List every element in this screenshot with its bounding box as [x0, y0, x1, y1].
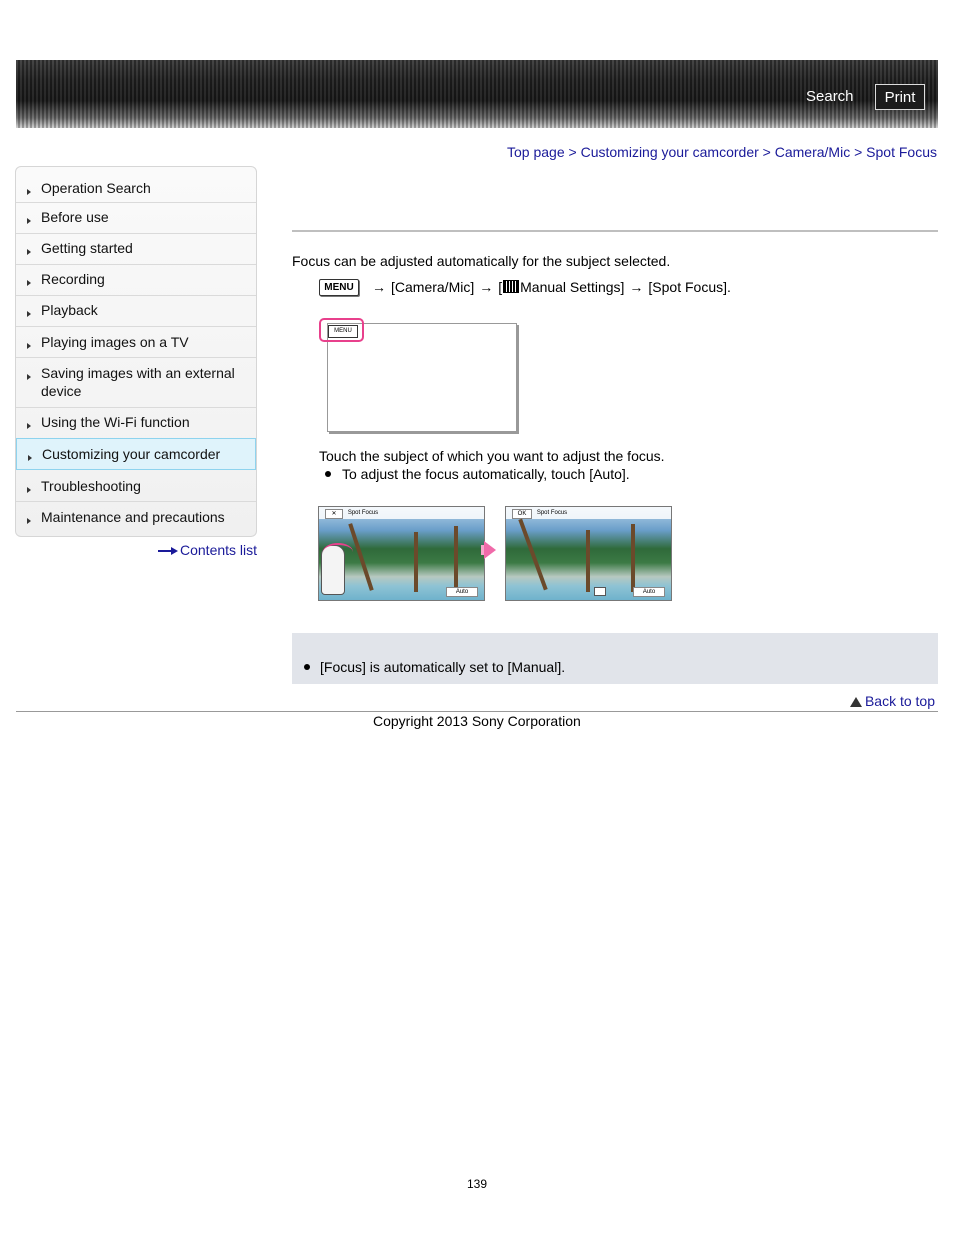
palm-tree: [586, 530, 590, 592]
palm-tree: [414, 532, 418, 592]
sidebar-item-label: Saving images with an external device: [41, 365, 235, 399]
touch-indicator-icon: [323, 543, 353, 561]
triangle-right-icon: [27, 374, 31, 380]
triangle-right-icon: [27, 311, 31, 317]
arrow-right-icon: →: [372, 279, 386, 295]
intro-text: Focus can be adjusted automatically for …: [292, 253, 671, 269]
sidebar-item-maintenance[interactable]: Maintenance and precautions: [16, 501, 256, 535]
triangle-right-icon: [27, 518, 31, 524]
sidebar-item-label: Customizing your camcorder: [42, 446, 221, 462]
step-1-instruction: MENU → [Camera/Mic] →[Manual Settings] → [Spo…: [319, 279, 731, 296]
step-2-bullet: To adjust the focus automatically, touch…: [325, 466, 630, 482]
breadcrumb-separator: >: [568, 144, 577, 160]
breadcrumb-customizing[interactable]: Customizing your camcorder: [581, 144, 759, 160]
spot-focus-screen-after: OK Spot Focus Auto: [505, 506, 672, 601]
sidebar-item-label: Troubleshooting: [41, 478, 141, 494]
bullet-text: To adjust the focus automatically, touch…: [342, 466, 630, 482]
pink-arrow-icon: [484, 541, 496, 559]
sidebar-item-playing-on-tv[interactable]: Playing images on a TV: [16, 326, 256, 358]
title-divider: [292, 230, 938, 232]
triangle-right-icon: [27, 423, 31, 429]
spot-focus-label: Spot Focus: [536, 510, 568, 516]
focus-icon: [594, 587, 606, 596]
breadcrumb-top-page[interactable]: Top page: [507, 144, 565, 160]
menu-button-icon: MENU: [319, 279, 359, 296]
contents-list-label: Contents list: [180, 542, 258, 558]
back-to-top-label: Back to top: [864, 693, 935, 709]
auto-button: Auto: [633, 587, 665, 597]
bullet-dot-icon: [325, 471, 331, 477]
sidebar-item-label: Before use: [41, 209, 109, 225]
sidebar-item-operation-search[interactable]: Operation Search: [16, 171, 256, 203]
triangle-right-icon: [27, 343, 31, 349]
bullet-dot-icon: [304, 664, 310, 670]
arrow-right-icon: [158, 547, 178, 556]
breadcrumb-separator: >: [854, 144, 863, 160]
header-bar: [16, 60, 938, 128]
close-icon: ✕: [325, 509, 343, 519]
sidebar-nav: Operation Search Before use Getting star…: [15, 166, 257, 537]
sidebar-item-label: Using the Wi-Fi function: [41, 414, 190, 430]
step-manual-settings: Manual Settings]: [520, 279, 625, 295]
triangle-right-icon: [27, 189, 31, 195]
manual-settings-icon: [503, 280, 520, 293]
back-to-top-link[interactable]: Back to top: [849, 693, 935, 709]
sidebar-item-playback[interactable]: Playback: [16, 295, 256, 327]
triangle-right-icon: [27, 218, 31, 224]
sidebar-item-customizing[interactable]: Customizing your camcorder: [16, 438, 256, 470]
palm-tree: [631, 524, 635, 592]
palm-tree: [348, 523, 374, 591]
page-number: 139: [467, 1177, 488, 1191]
search-link[interactable]: Search: [806, 88, 854, 105]
note-text: [Focus] is automatically set to [Manual]…: [320, 659, 566, 675]
triangle-right-icon: [27, 249, 31, 255]
step-camera-mic: [Camera/Mic]: [391, 279, 475, 295]
sidebar-item-recording[interactable]: Recording: [16, 264, 256, 296]
sidebar-item-label: Maintenance and precautions: [41, 509, 225, 525]
sidebar-item-label: Operation Search: [41, 180, 151, 196]
triangle-right-icon: [27, 280, 31, 286]
breadcrumb-camera-mic[interactable]: Camera/Mic: [775, 144, 850, 160]
sidebar-item-label: Playing images on a TV: [41, 334, 189, 350]
sidebar-item-saving-images[interactable]: Saving images with an external device: [16, 357, 256, 408]
sidebar-item-label: Playback: [41, 302, 98, 318]
spot-focus-screen-before: ✕ Spot Focus Auto: [318, 506, 485, 601]
auto-button: Auto: [446, 587, 478, 597]
menu-icon-small: MENU: [328, 325, 358, 338]
arrow-right-icon: →: [479, 279, 494, 295]
step-spot-focus: [Spot Focus].: [648, 279, 731, 295]
step-bracket: [: [498, 279, 503, 295]
print-button[interactable]: Print: [875, 84, 925, 110]
copyright-text: Copyright 2013 Sony Corporation: [373, 713, 581, 729]
sidebar-item-wifi[interactable]: Using the Wi-Fi function: [16, 407, 256, 439]
sidebar-item-getting-started[interactable]: Getting started: [16, 233, 256, 265]
triangle-right-icon: [28, 455, 32, 461]
screen-top-bar: [319, 507, 484, 519]
arrow-right-icon: →: [629, 279, 644, 295]
step-2-instruction: Touch the subject of which you want to a…: [319, 448, 665, 464]
breadcrumb-separator: >: [762, 144, 771, 160]
palm-tree: [518, 518, 548, 591]
palm-tree: [454, 526, 458, 592]
contents-list-link[interactable]: Contents list: [158, 542, 257, 558]
sidebar-item-troubleshooting[interactable]: Troubleshooting: [16, 470, 256, 502]
sidebar-item-label: Recording: [41, 271, 105, 287]
footer-divider: [16, 711, 938, 712]
breadcrumb: Top page > Customizing your camcorder > …: [507, 144, 937, 160]
triangle-up-icon: [849, 697, 862, 707]
breadcrumb-spot-focus[interactable]: Spot Focus: [866, 144, 937, 160]
note-bullet: [Focus] is automatically set to [Manual]…: [304, 659, 565, 675]
sidebar-item-label: Getting started: [41, 240, 133, 256]
spot-focus-label: Spot Focus: [347, 510, 379, 516]
sidebar-item-before-use[interactable]: Before use: [16, 202, 256, 234]
triangle-right-icon: [27, 487, 31, 493]
